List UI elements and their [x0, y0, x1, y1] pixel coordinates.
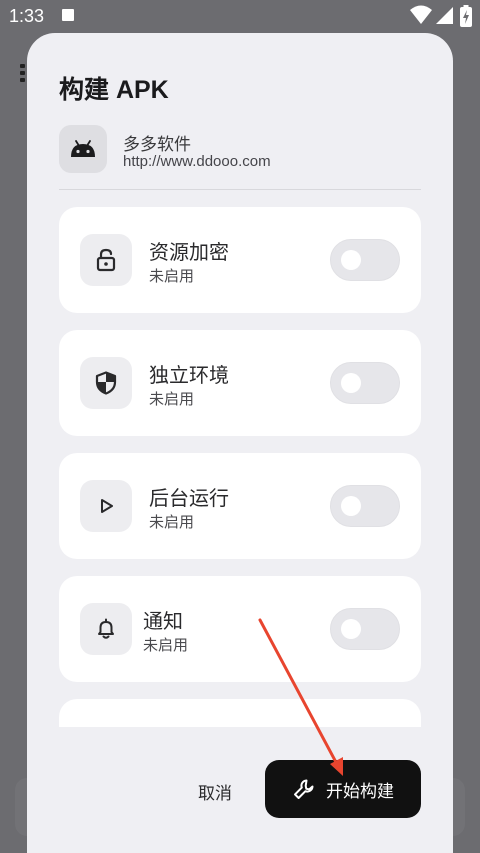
start-build-label: 开始构建: [326, 781, 394, 802]
resource-encryption-toggle[interactable]: [330, 239, 400, 281]
option-icon-box: [80, 234, 132, 286]
option-background-run[interactable]: 后台运行 未启用: [59, 453, 421, 559]
bell-icon: [98, 618, 114, 639]
status-bar: 1:33: [0, 0, 480, 32]
android-icon: [71, 140, 95, 157]
wifi-icon: [410, 5, 432, 24]
option-icon-box: [80, 357, 132, 409]
build-apk-dialog: 构建 APK 多多软件 http://www.ddooo.com 资源加密 未启…: [27, 33, 453, 853]
app-url: http://www.ddooo.com: [123, 153, 271, 170]
app-icon: [59, 125, 107, 173]
dialog-title: 构建 APK: [59, 76, 169, 104]
divider: [59, 189, 421, 190]
option-icon-box: [80, 603, 132, 655]
notification-icon: [62, 9, 74, 21]
option-icon-box: [80, 480, 132, 532]
app-name: 多多软件: [123, 135, 191, 155]
toggle-knob: [341, 373, 361, 393]
option-notification[interactable]: 通知 未启用: [59, 576, 421, 682]
option-status: 未启用: [149, 513, 195, 531]
wrench-icon: [294, 779, 314, 799]
option-status: 未启用: [149, 267, 195, 285]
options-list[interactable]: 资源加密 未启用 独立环境 未启用 后台运行 未启用 通知 未启用: [59, 207, 421, 727]
option-status: 未启用: [143, 636, 189, 654]
cancel-button[interactable]: 取消: [187, 773, 243, 809]
option-title: 资源加密: [149, 240, 229, 264]
option-card-partial[interactable]: [59, 699, 421, 727]
toggle-knob: [341, 496, 361, 516]
notification-toggle[interactable]: [330, 608, 400, 650]
isolated-environment-toggle[interactable]: [330, 362, 400, 404]
option-resource-encryption[interactable]: 资源加密 未启用: [59, 207, 421, 313]
option-isolated-environment[interactable]: 独立环境 未启用: [59, 330, 421, 436]
option-title: 独立环境: [149, 363, 229, 387]
signal-icon: [436, 7, 453, 24]
option-title: 通知: [143, 609, 183, 633]
toggle-knob: [341, 250, 361, 270]
shield-icon: [95, 371, 117, 395]
status-time: 1:33: [9, 6, 45, 26]
option-status: 未启用: [149, 390, 195, 408]
toggle-knob: [341, 619, 361, 639]
background-run-toggle[interactable]: [330, 485, 400, 527]
start-build-button[interactable]: 开始构建: [265, 760, 421, 818]
play-icon: [101, 499, 113, 513]
background-menu-icon: [20, 64, 26, 86]
option-title: 后台运行: [149, 486, 229, 510]
battery-icon: [460, 5, 472, 27]
lock-icon: [96, 248, 116, 272]
